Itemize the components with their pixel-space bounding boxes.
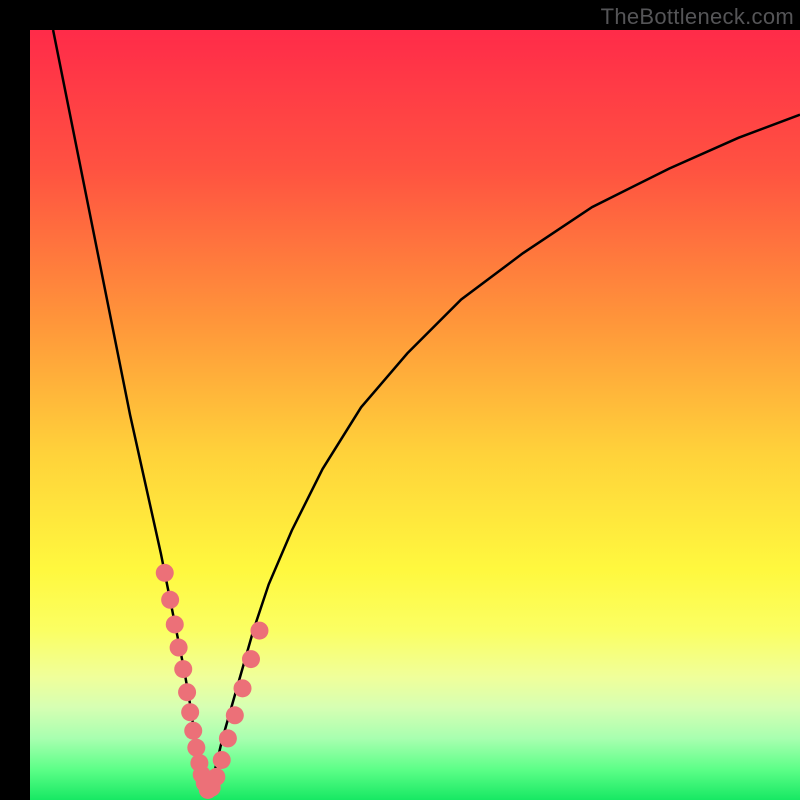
highlight-dot bbox=[187, 739, 205, 757]
highlight-dot bbox=[178, 683, 196, 701]
plot-area bbox=[30, 30, 800, 800]
highlight-dot bbox=[242, 650, 260, 668]
highlight-dot bbox=[181, 703, 199, 721]
highlight-dot bbox=[166, 615, 184, 633]
highlight-dots-group bbox=[156, 564, 269, 799]
highlight-dot bbox=[184, 722, 202, 740]
highlight-dot bbox=[170, 639, 188, 657]
highlight-dot bbox=[213, 751, 231, 769]
bottleneck-curve-right bbox=[207, 115, 800, 791]
watermark-text: TheBottleneck.com bbox=[601, 4, 794, 30]
chart-frame: TheBottleneck.com bbox=[0, 0, 800, 800]
highlight-dot bbox=[156, 564, 174, 582]
highlight-dot bbox=[174, 660, 192, 678]
highlight-dot bbox=[207, 768, 225, 786]
highlight-dot bbox=[161, 591, 179, 609]
highlight-dot bbox=[226, 706, 244, 724]
highlight-dot bbox=[219, 729, 237, 747]
highlight-dot bbox=[250, 622, 268, 640]
curve-svg bbox=[30, 30, 800, 800]
highlight-dot bbox=[234, 679, 252, 697]
